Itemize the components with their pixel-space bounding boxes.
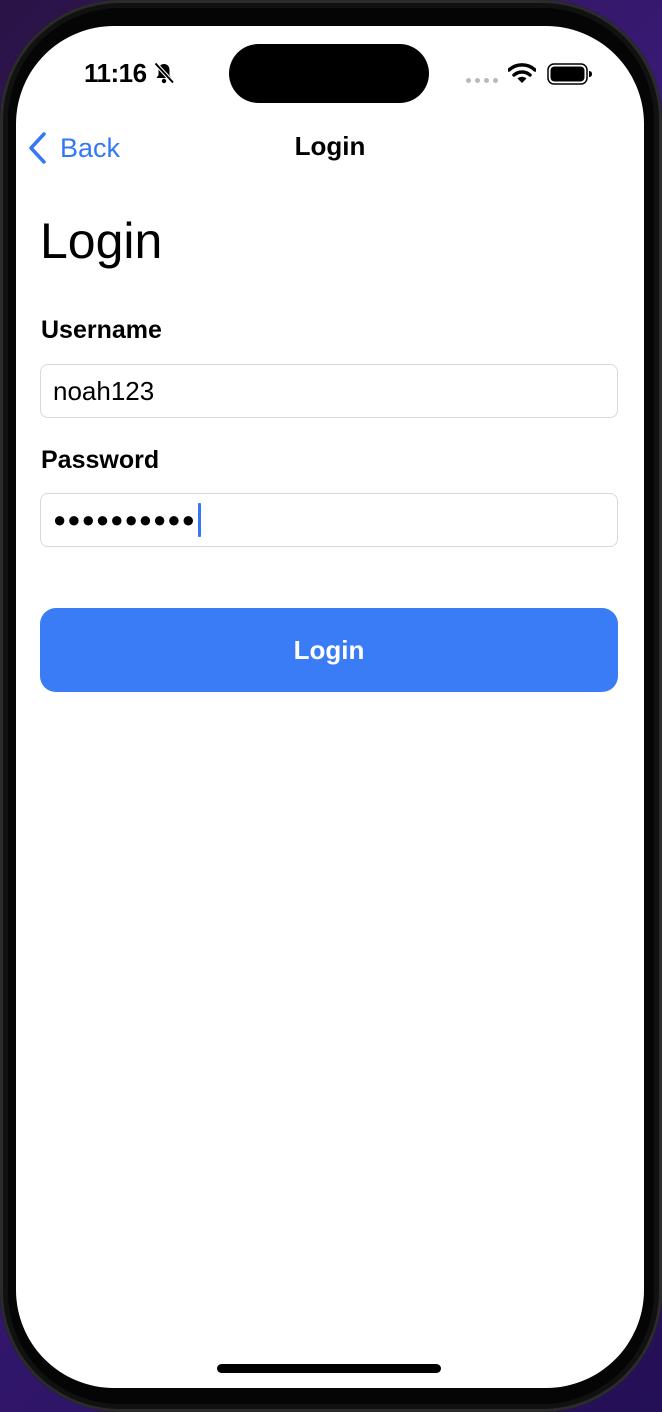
password-label: Password: [41, 446, 160, 474]
password-field[interactable]: ●●●●●●●●●●: [40, 493, 618, 547]
username-field[interactable]: noah123: [40, 364, 618, 418]
bell-slash-icon: [154, 62, 175, 84]
password-value: ●●●●●●●●●●: [53, 507, 196, 532]
signal-icon: [466, 78, 498, 83]
battery-icon: [547, 63, 592, 85]
status-time: 11:16: [84, 58, 147, 88]
dynamic-island: [229, 44, 429, 103]
home-indicator[interactable]: [217, 1364, 441, 1373]
app-screen: 11:16 Back Login Login Username noah123 …: [16, 26, 644, 1388]
wifi-icon: [508, 63, 536, 83]
username-label: Username: [41, 316, 162, 344]
text-cursor: [197, 503, 201, 537]
username-value: noah123: [53, 375, 155, 406]
login-button[interactable]: Login: [40, 608, 618, 692]
page-title: Login: [40, 213, 163, 269]
nav-title: Login: [294, 131, 366, 161]
